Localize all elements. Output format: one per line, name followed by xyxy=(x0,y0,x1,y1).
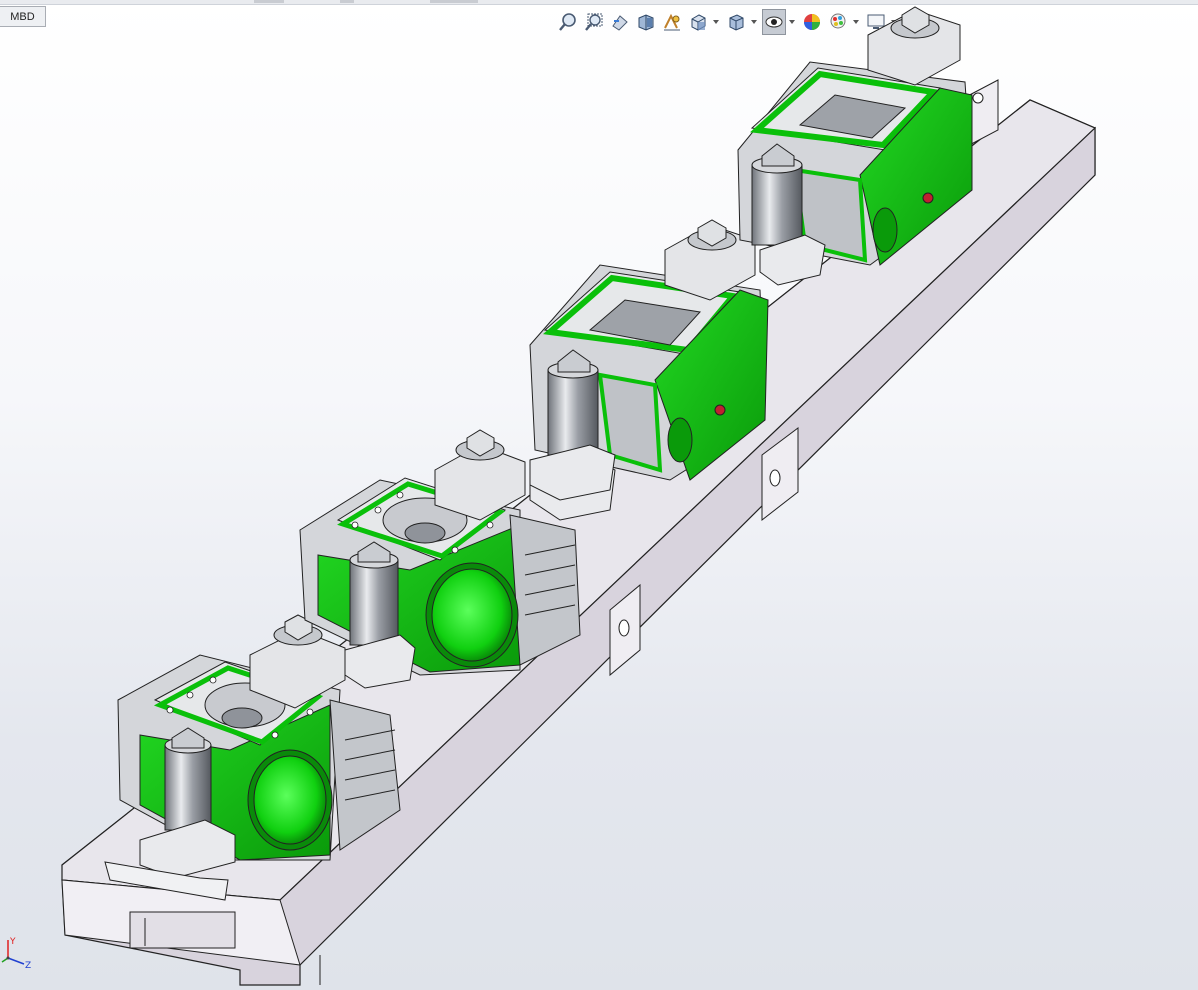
graphics-area[interactable]: Y Z xyxy=(0,0,1198,990)
triad-z-label: Z xyxy=(25,961,31,971)
triad-y-label: Y xyxy=(9,937,16,947)
